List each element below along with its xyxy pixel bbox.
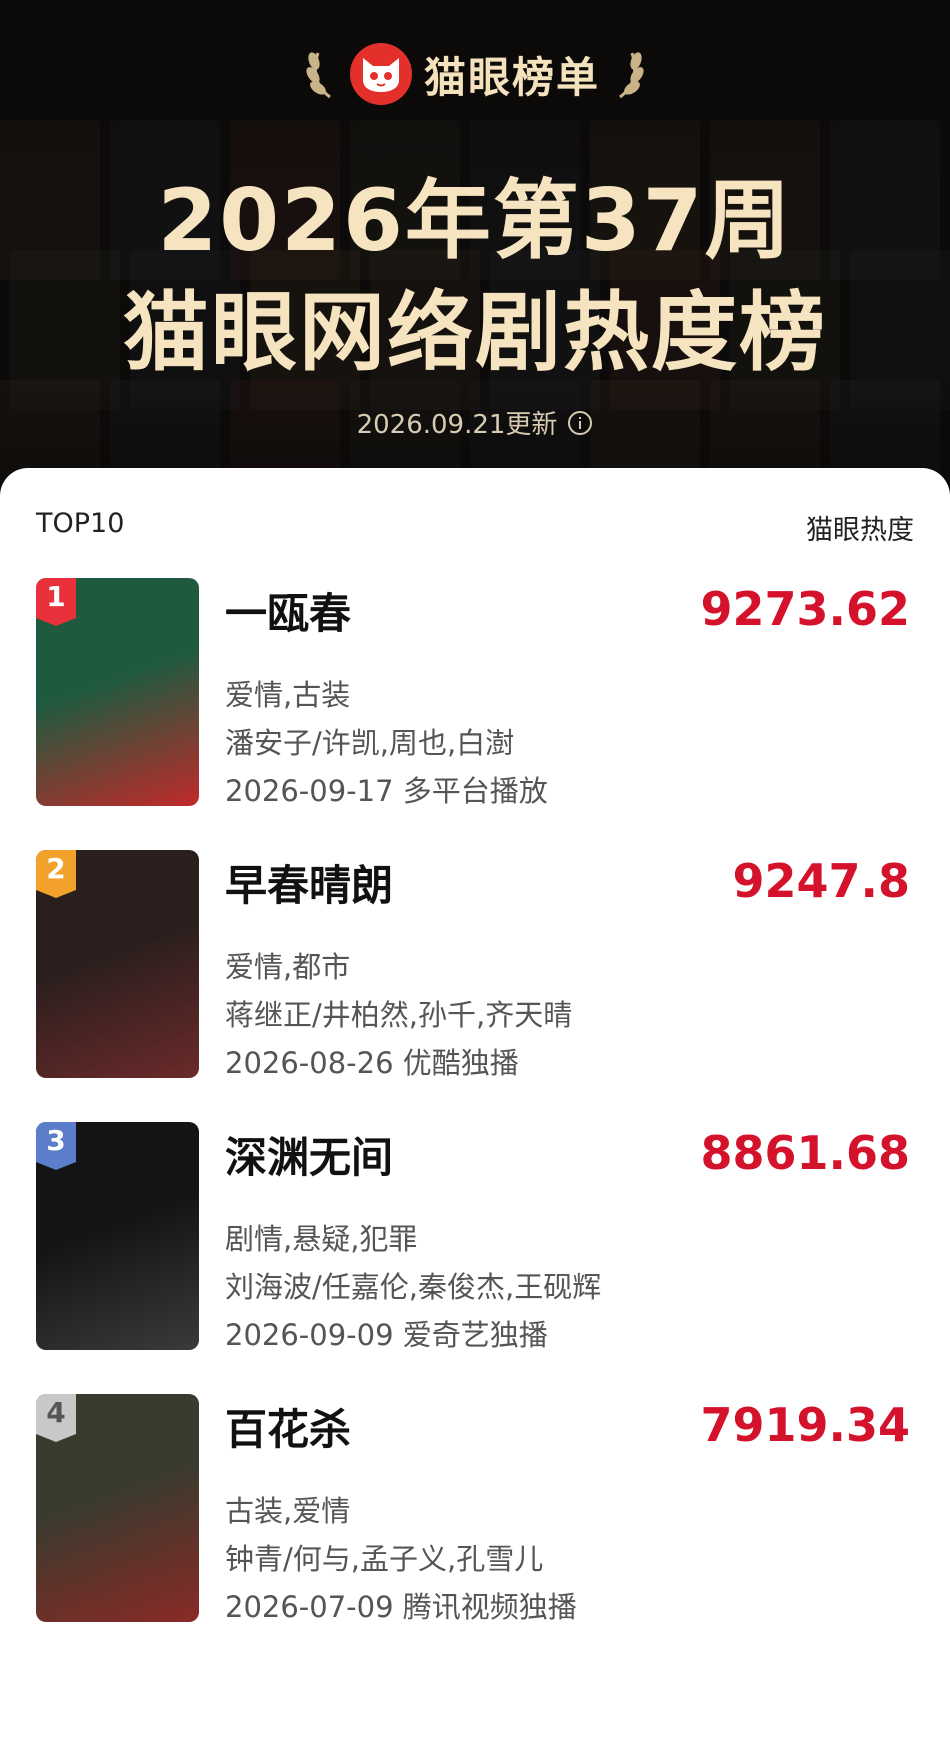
heat-value: 9247.8 — [732, 854, 910, 908]
heat-value: 9273.62 — [700, 582, 910, 636]
list-header: TOP10 猫眼热度 — [36, 508, 914, 547]
update-date: 2026.09.21更新 — [356, 410, 558, 440]
rank-badge: 3 — [36, 1122, 76, 1170]
rank-badge: 4 — [36, 1394, 76, 1442]
update-info: 2026.09.21更新 — [0, 404, 950, 441]
rank-number: 1 — [46, 580, 66, 613]
top10-label: TOP10 — [36, 508, 125, 539]
poster-thumbnail[interactable]: 4 — [36, 1394, 199, 1622]
cast: 钟青/何与,孟子义,孔雪儿 — [225, 1542, 544, 1576]
genres: 剧情,悬疑,犯罪 — [225, 1222, 418, 1256]
genres: 爱情,古装 — [225, 678, 351, 712]
cast: 刘海波/任嘉伦,秦俊杰,王砚辉 — [225, 1270, 602, 1304]
rank-number: 4 — [46, 1396, 66, 1429]
drama-title[interactable]: 早春晴朗 — [225, 852, 393, 913]
list-item[interactable]: 1 一瓯春 9273.62 爱情,古装 潘安子/许凯,周也,白澍 2026-09… — [0, 578, 950, 808]
page-title-week: 2026年第37周 — [157, 171, 793, 271]
header: 猫眼榜单 2026年第37周 猫眼网络剧热度榜 2026.09.21更新 — [0, 0, 950, 500]
list-item[interactable]: 4 百花杀 7919.34 古装,爱情 钟青/何与,孟子义,孔雪儿 2026-0… — [0, 1394, 950, 1624]
rank-number: 3 — [46, 1124, 66, 1157]
cast: 潘安子/许凯,周也,白澍 — [225, 726, 515, 760]
rank-badge: 1 — [36, 578, 76, 626]
info-icon[interactable] — [567, 410, 593, 436]
brand-name: 猫眼榜单 — [423, 52, 600, 102]
drama-title[interactable]: 百花杀 — [225, 1396, 351, 1457]
genres: 爱情,都市 — [225, 950, 351, 984]
poster-thumbnail[interactable]: 2 — [36, 850, 199, 1078]
poster-thumbnail[interactable]: 3 — [36, 1122, 199, 1350]
rank-badge: 2 — [36, 850, 76, 898]
release-info: 2026-09-17 多平台播放 — [225, 774, 548, 808]
laurel-left-icon — [306, 52, 331, 99]
laurel-right-icon — [619, 52, 644, 99]
list-item[interactable]: 2 早春晴朗 9247.8 爱情,都市 蒋继正/井柏然,孙千,齐天晴 2026-… — [0, 850, 950, 1080]
drama-title[interactable]: 一瓯春 — [225, 580, 351, 641]
heat-value: 8861.68 — [700, 1126, 910, 1180]
rank-number: 2 — [46, 852, 66, 885]
release-info: 2026-08-26 优酷独播 — [225, 1046, 519, 1080]
heat-column-label: 猫眼热度 — [806, 515, 914, 546]
cast: 蒋继正/井柏然,孙千,齐天晴 — [225, 998, 573, 1032]
heat-value: 7919.34 — [700, 1398, 910, 1452]
genres: 古装,爱情 — [225, 1494, 351, 1528]
release-info: 2026-09-09 爱奇艺独播 — [225, 1318, 548, 1352]
maoyan-logo-icon — [349, 43, 412, 105]
release-info: 2026-07-09 腾讯视频独播 — [225, 1590, 577, 1624]
drama-title[interactable]: 深渊无间 — [225, 1124, 393, 1185]
page-title-chart: 猫眼网络剧热度榜 — [123, 283, 827, 383]
brand-bar: 猫眼榜单 — [0, 42, 950, 106]
list-item[interactable]: 3 深渊无间 8861.68 剧情,悬疑,犯罪 刘海波/任嘉伦,秦俊杰,王砚辉 … — [0, 1122, 950, 1352]
poster-thumbnail[interactable]: 1 — [36, 578, 199, 806]
ranking-card: TOP10 猫眼热度 1 一瓯春 9273.62 爱情,古装 潘安子/许凯,周也… — [0, 468, 950, 1758]
